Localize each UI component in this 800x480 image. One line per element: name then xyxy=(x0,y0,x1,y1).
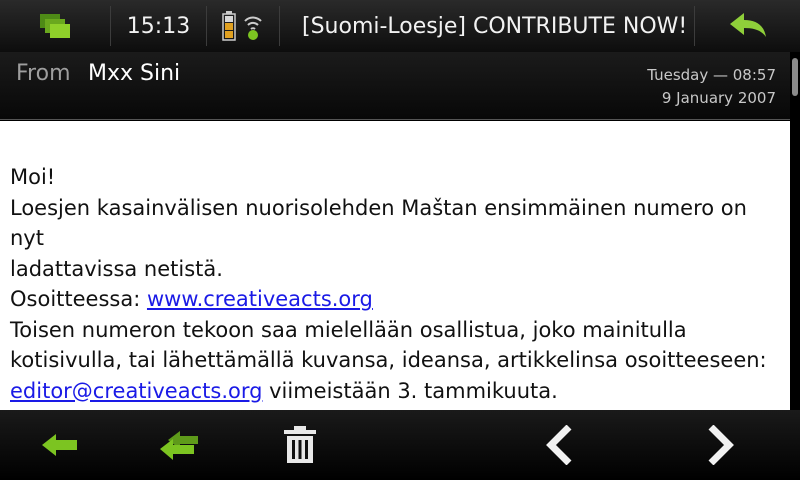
wifi-icon xyxy=(244,16,262,40)
from-label: From xyxy=(16,61,71,86)
window-title-text: [Suomi-Loesje] CONTRIBUTE NOW! Mas xyxy=(302,13,692,39)
body-line: kotisivulla, tai lähettämällä kuvansa, i… xyxy=(10,348,767,372)
sender-name[interactable]: Mxx Sini xyxy=(88,61,180,86)
delete-icon xyxy=(284,426,316,463)
body-line: editor@creativeacts.org viimeistään 3. t… xyxy=(10,376,780,407)
website-link[interactable]: www.creativeacts.org xyxy=(147,287,373,311)
body-line: ladattavissa netistä. xyxy=(10,256,223,281)
address-prefix: Osoitteessa: xyxy=(10,287,147,311)
back-arrow-icon xyxy=(729,13,766,37)
status-area[interactable] xyxy=(207,0,279,52)
body-line: Moi! xyxy=(10,165,56,189)
body-line: Loesjen kasainvälisen nuorisolehden Mašt… xyxy=(10,195,747,220)
title-bar: 15:13 [Suomi-Loesje] CONTRIBUTE NOW! Mas xyxy=(0,0,800,52)
reply-all-icon xyxy=(160,431,198,460)
battery-icon xyxy=(222,11,236,41)
task-switcher-icon xyxy=(40,14,70,38)
previous-icon xyxy=(546,425,572,465)
message-body[interactable]: Moi! Loesjen kasainvälisen nuorisolehden… xyxy=(0,121,790,410)
reply-all-button[interactable] xyxy=(140,410,220,480)
body-line: Osoitteessa: www.creativeacts.org xyxy=(10,284,780,315)
message-header: From Mxx Sini Tuesday — 08:57 9 January … xyxy=(0,52,790,120)
scrollbar-thumb[interactable] xyxy=(792,58,798,96)
next-message-button[interactable] xyxy=(680,410,760,480)
next-icon xyxy=(708,425,734,465)
delete-button[interactable] xyxy=(260,410,340,480)
bottom-toolbar xyxy=(0,410,800,480)
message-day-time: Tuesday — 08:57 xyxy=(647,66,776,84)
previous-message-button[interactable] xyxy=(520,410,600,480)
reply-button[interactable] xyxy=(20,410,100,480)
scrollbar-track[interactable] xyxy=(790,52,800,410)
email-link[interactable]: editor@creativeacts.org xyxy=(10,379,262,403)
reply-icon xyxy=(42,434,77,456)
window-title: [Suomi-Loesje] CONTRIBUTE NOW! Mas xyxy=(280,0,694,52)
back-button[interactable] xyxy=(695,0,800,52)
deadline-text: viimeistään 3. tammikuuta. xyxy=(262,378,558,403)
clock: 15:13 xyxy=(126,13,191,39)
task-switcher-button[interactable] xyxy=(0,0,110,52)
body-line: Toisen numeron tekoon saa mielellään osa… xyxy=(10,317,687,342)
body-line: nyt xyxy=(10,226,44,250)
message-date: 9 January 2007 xyxy=(661,89,776,107)
